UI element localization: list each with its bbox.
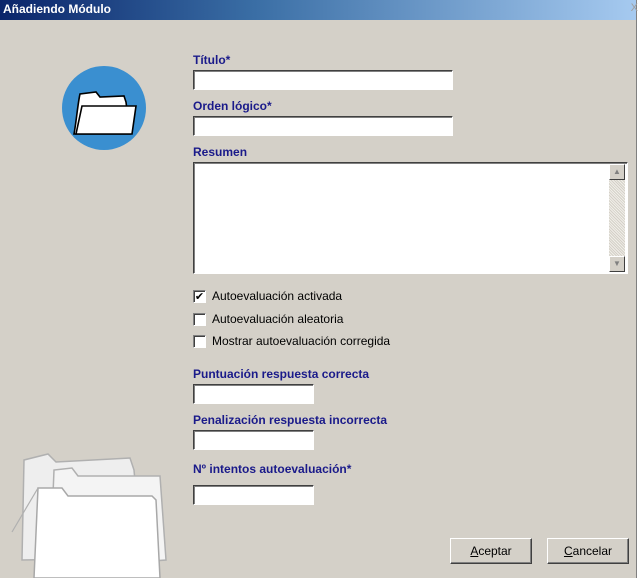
close-icon[interactable]: X <box>631 2 638 14</box>
titulo-label: Título* <box>193 53 231 67</box>
checkbox-label: Mostrar autoevaluación corregida <box>212 334 391 348</box>
title-bar[interactable]: Añadiendo Módulo X <box>0 0 638 20</box>
puntuacion-input[interactable] <box>193 384 314 404</box>
folder-circle-icon <box>62 66 146 150</box>
checkbox-box[interactable]: ✔ <box>193 289 206 303</box>
window-title: Añadiendo Módulo <box>3 2 111 16</box>
checkbox-box[interactable] <box>193 334 206 348</box>
resumen-textarea[interactable] <box>193 162 628 274</box>
dialog-window: Añadiendo Módulo X Título* Orden lógico*… <box>0 0 638 578</box>
puntuacion-label: Puntuación respuesta correcta <box>193 367 370 381</box>
penalizacion-input[interactable] <box>193 430 314 450</box>
checkbox-label: Autoevaluación aleatoria <box>212 312 344 326</box>
titulo-input[interactable] <box>193 70 453 90</box>
checkbox-mostrar-corregida[interactable]: Mostrar autoevaluación corregida <box>193 333 390 349</box>
accept-button[interactable]: Aceptar <box>450 538 532 564</box>
checkbox-box[interactable] <box>193 312 206 326</box>
accept-label: ceptar <box>478 544 512 558</box>
cancel-label: ancelar <box>572 544 613 558</box>
checkbox-autoevaluacion-aleatoria[interactable]: Autoevaluación aleatoria <box>193 311 343 327</box>
checkbox-label: Autoevaluación activada <box>212 289 343 303</box>
cancel-button[interactable]: Cancelar <box>547 538 629 564</box>
checkbox-autoevaluacion-activada[interactable]: ✔ Autoevaluación activada <box>193 288 342 304</box>
penalizacion-label: Penalización respuesta incorrecta <box>193 413 388 427</box>
scroll-up-icon[interactable]: ▲ <box>609 164 625 180</box>
stacked-folders-icon <box>11 453 167 578</box>
cancel-accelerator: C <box>563 544 573 558</box>
orden-label: Orden lógico* <box>193 99 272 113</box>
resumen-scrollbar[interactable]: ▲ ▼ <box>609 164 625 272</box>
intentos-label: Nº intentos autoevaluación* <box>193 462 352 476</box>
scroll-down-icon[interactable]: ▼ <box>609 256 625 272</box>
orden-input[interactable] <box>193 116 453 136</box>
intentos-input[interactable] <box>193 485 314 505</box>
resumen-label: Resumen <box>193 145 248 159</box>
